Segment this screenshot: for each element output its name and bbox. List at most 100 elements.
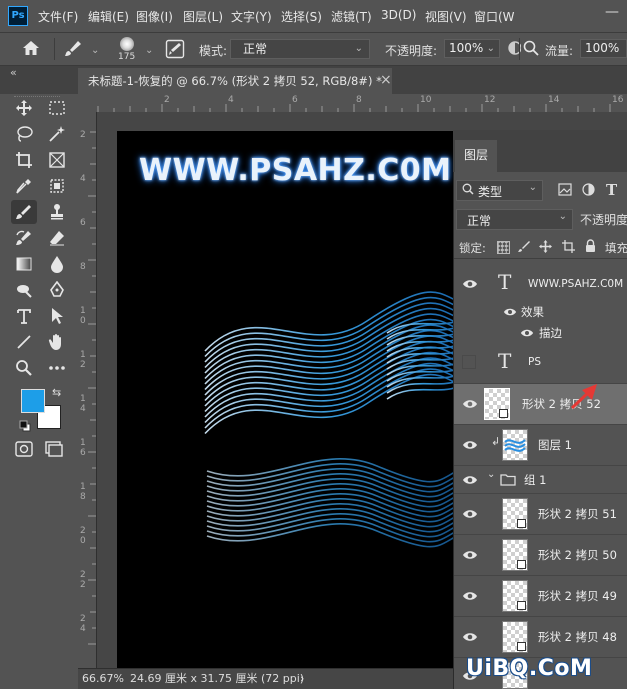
document-canvas[interactable]: WWW.PSAHZ.C0M (117, 131, 457, 668)
default-colors-icon[interactable] (19, 420, 31, 435)
eye-icon[interactable] (462, 506, 478, 522)
menu-image[interactable]: 图像(I) (136, 8, 173, 25)
layer-blend-mode-select[interactable]: 正常 ⌄ (456, 209, 573, 230)
eye-icon[interactable] (462, 472, 478, 488)
zoom-tool-icon[interactable] (11, 356, 37, 380)
mode-select[interactable]: 正常 ⌄ (230, 39, 370, 59)
ruler-label: 6 (292, 95, 298, 105)
ruler-label: 6 (80, 218, 86, 228)
filter-adjustment-icon[interactable] (582, 183, 595, 199)
history-brush-tool-icon[interactable] (11, 226, 37, 250)
marquee-tool-icon[interactable] (44, 96, 70, 120)
pen-tool-icon[interactable] (44, 278, 70, 302)
dodge-tool-icon[interactable] (11, 278, 37, 302)
line-tool-icon[interactable] (11, 330, 37, 354)
document-tab[interactable]: 未标题-1-恢复的 @ 66.7% (形状 2 拷贝 52, RGB/8#) * (78, 68, 392, 94)
chevron-down-icon[interactable]: ⌄ (91, 45, 99, 56)
flow-input[interactable]: 100% (580, 39, 627, 58)
opacity-input[interactable]: 100% ⌄ (444, 39, 500, 58)
flow-label: 流量: (545, 44, 574, 58)
layer-thumbnail (502, 429, 528, 461)
layer-row[interactable]: 形状 2 拷贝 50 (454, 535, 627, 576)
eye-icon[interactable] (462, 547, 478, 563)
lock-position-icon[interactable] (539, 240, 552, 256)
ruler-label: 1 4 (80, 394, 86, 414)
clone-stamp-tool-icon[interactable] (44, 200, 70, 224)
type-tool-icon[interactable] (11, 304, 37, 328)
search-icon[interactable] (523, 40, 539, 59)
spot-healing-tool-icon[interactable] (44, 174, 70, 198)
lock-artboard-icon[interactable] (562, 240, 575, 256)
eraser-tool-icon[interactable] (44, 226, 70, 250)
home-icon[interactable] (22, 40, 40, 59)
status-menu-arrow[interactable]: › (300, 669, 304, 689)
layer-effect-stroke-row[interactable]: 描边 (454, 322, 627, 344)
eye-icon[interactable] (462, 588, 478, 604)
vertical-ruler[interactable]: 2 4 6 8 1 0 1 2 1 4 1 6 1 8 2 0 2 2 2 4 (78, 112, 97, 668)
brush-tool-preset-icon[interactable] (63, 39, 83, 62)
brush-size-picker[interactable]: 175 (110, 35, 146, 65)
horizontal-ruler[interactable]: 2 4 6 8 10 12 14 16 (78, 94, 627, 113)
eye-icon[interactable] (462, 276, 478, 292)
eye-icon[interactable] (462, 437, 478, 453)
blur-tool-icon[interactable] (44, 252, 70, 276)
layer-row-selected[interactable]: 形状 2 拷贝 52 (454, 384, 627, 425)
menu-edit[interactable]: 编辑(E) (88, 8, 129, 25)
move-tool-icon[interactable] (11, 96, 37, 120)
eye-icon[interactable] (520, 326, 534, 340)
layer-name: 形状 2 拷贝 48 (538, 630, 617, 644)
visibility-toggle-off[interactable] (462, 355, 476, 369)
layer-effects-row[interactable]: 效果 (454, 300, 627, 324)
path-selection-tool-icon[interactable] (44, 304, 70, 328)
eyedropper-tool-icon[interactable] (11, 174, 37, 198)
brush-settings-icon[interactable] (165, 39, 185, 62)
layer-filter-select[interactable]: 类型 ⌄ (456, 180, 543, 201)
mode-label: 模式: (199, 44, 228, 58)
collapse-toolbar-button[interactable]: « (10, 66, 17, 79)
menu-filter[interactable]: 滤镜(T) (331, 8, 372, 25)
filter-pixel-icon[interactable] (558, 183, 572, 199)
menu-file[interactable]: 文件(F) (38, 8, 78, 25)
layer-row-pixel[interactable]: ↲ 图层 1 (454, 425, 627, 466)
eye-icon[interactable] (462, 629, 478, 645)
lock-transparent-icon[interactable] (497, 241, 510, 254)
gradient-tool-icon[interactable] (11, 252, 37, 276)
foreground-color-swatch[interactable] (21, 389, 45, 413)
hand-tool-icon[interactable] (44, 330, 70, 354)
menu-layer[interactable]: 图层(L) (183, 8, 223, 25)
minimize-button[interactable]: — (605, 4, 619, 20)
more-tools-icon[interactable] (44, 356, 70, 380)
chevron-down-icon[interactable]: ⌄ (487, 469, 495, 480)
chevron-down-icon[interactable]: ⌄ (145, 45, 153, 56)
filter-type-icon[interactable]: T (606, 181, 617, 199)
eye-icon[interactable] (462, 396, 478, 412)
swap-colors-icon[interactable]: ⇆ (52, 386, 61, 399)
layer-row[interactable]: 形状 2 拷贝 51 (454, 494, 627, 535)
menu-type[interactable]: 文字(Y) (231, 8, 272, 25)
lasso-tool-icon[interactable] (11, 122, 37, 146)
quick-mask-icon[interactable] (15, 441, 33, 460)
frame-tool-icon[interactable] (44, 148, 70, 172)
tab-layers[interactable]: 图层 (455, 140, 497, 172)
eye-icon[interactable] (503, 305, 517, 319)
menu-view[interactable]: 视图(V) (425, 8, 467, 25)
screen-mode-icon[interactable] (45, 440, 63, 461)
lock-image-icon[interactable] (518, 240, 531, 256)
menu-window[interactable]: 窗口(W (474, 8, 515, 25)
layer-row[interactable]: 形状 2 拷贝 48 (454, 617, 627, 658)
crop-tool-icon[interactable] (11, 148, 37, 172)
menu-select[interactable]: 选择(S) (281, 8, 322, 25)
close-icon[interactable]: × (380, 72, 392, 88)
layer-row[interactable]: 形状 2 拷贝 49 (454, 576, 627, 617)
brush-preview-icon (120, 37, 134, 51)
zoom-level[interactable]: 66.67% (82, 669, 124, 689)
lock-all-icon[interactable] (585, 239, 596, 255)
brush-tool-icon[interactable] (11, 200, 37, 224)
ruler-label: 4 (80, 174, 86, 184)
magic-wand-tool-icon[interactable] (44, 122, 70, 146)
stroke-effect-label: 描边 (539, 326, 562, 340)
layer-thumbnail (502, 539, 528, 571)
menu-3d[interactable]: 3D(D) (381, 8, 416, 22)
layer-row-ps[interactable]: T PS (454, 343, 627, 384)
layer-group-row[interactable]: ⌄ 组 1 (454, 466, 627, 494)
